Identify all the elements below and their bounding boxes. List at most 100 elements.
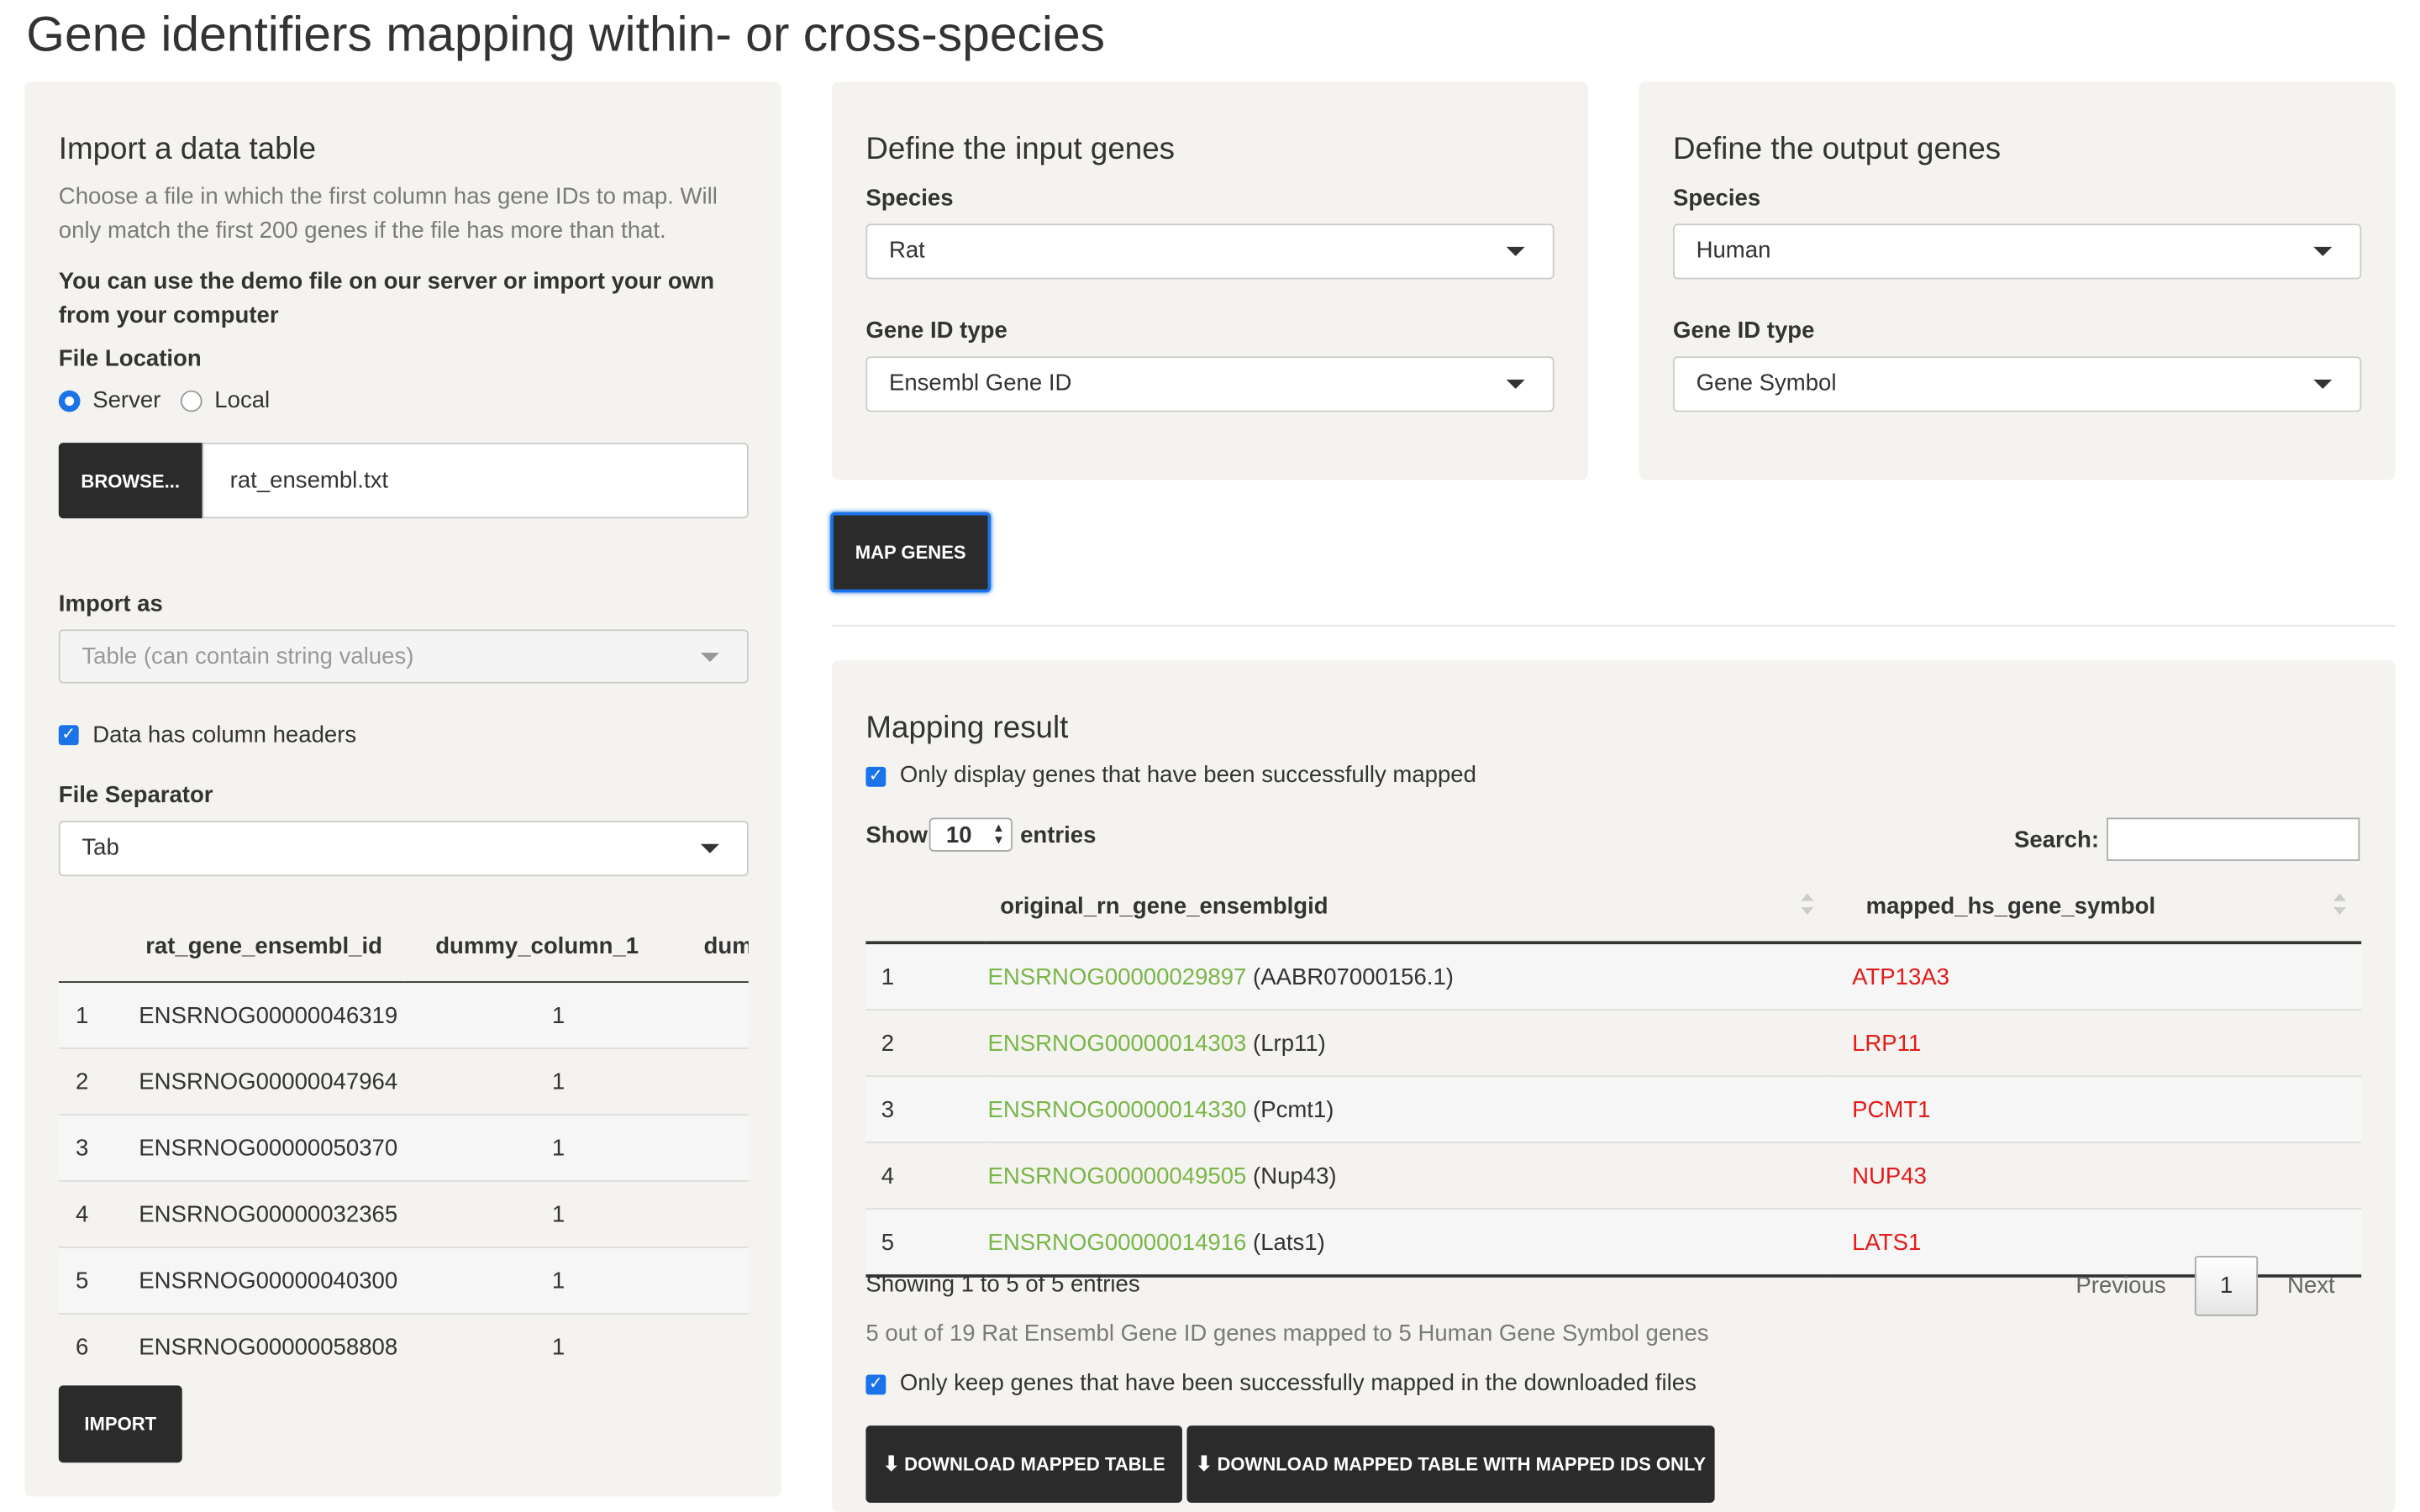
gene-id-link[interactable]: ENSRNOG00000049505 bbox=[988, 1163, 1247, 1189]
preview-col-dummy-2[interactable]: dumn bbox=[670, 910, 749, 983]
spinner-icon: ▲ ▼ bbox=[992, 821, 1005, 848]
previous-button[interactable]: Previous bbox=[2075, 1273, 2165, 1299]
gene-id-link[interactable]: ENSRNOG00000029897 bbox=[988, 963, 1247, 990]
import-as-value: Table (can contain string values) bbox=[82, 643, 414, 670]
gene-name: (Lrp11) bbox=[1253, 1030, 1326, 1057]
entries-select[interactable]: 10 ▲ ▼ bbox=[929, 817, 1013, 852]
preview-row: 2 ENSRNOG00000047964 1 bbox=[58, 1048, 749, 1116]
chevron-down-icon bbox=[1506, 379, 1525, 389]
separator-select[interactable]: Tab bbox=[58, 821, 749, 877]
browse-button[interactable]: BROWSE... bbox=[58, 443, 203, 519]
preview-cell-dummy: 1 bbox=[404, 1313, 671, 1358]
preview-row: 6 ENSRNOG00000058808 1 bbox=[58, 1313, 749, 1358]
result-row: 3 ENSRNOG00000014330 (Pcmt1) PCMT1 bbox=[865, 1076, 2362, 1144]
output-species-label: Species bbox=[1673, 185, 1761, 212]
result-row: 2 ENSRNOG00000014303 (Lrp11) LRP11 bbox=[865, 1010, 2362, 1078]
input-species-select[interactable]: Rat bbox=[865, 223, 1555, 280]
gene-id-link[interactable]: ENSRNOG00000014916 bbox=[988, 1229, 1247, 1255]
result-col-index[interactable] bbox=[865, 869, 986, 945]
result-col-original[interactable]: original_rn_gene_ensemblgid bbox=[986, 869, 1829, 945]
file-location-label: File Location bbox=[58, 345, 202, 372]
download-ids-label: DOWNLOAD MAPPED TABLE WITH MAPPED IDS ON… bbox=[1217, 1453, 1707, 1475]
result-table: original_rn_gene_ensemblgid mapped_hs_ge… bbox=[865, 869, 2362, 1278]
output-species-value: Human bbox=[1696, 237, 1771, 265]
import-as-select[interactable]: Table (can contain string values) bbox=[58, 629, 749, 684]
preview-cell-id: ENSRNOG00000047964 bbox=[123, 1048, 405, 1116]
result-cell-original: ENSRNOG00000014330 (Pcmt1) bbox=[986, 1076, 1829, 1144]
preview-row: 3 ENSRNOG00000050370 1 bbox=[58, 1115, 749, 1182]
page-1-button[interactable]: 1 bbox=[2194, 1256, 2259, 1316]
sort-icon bbox=[2333, 893, 2346, 916]
result-cell-symbol: LRP11 bbox=[1828, 1010, 2362, 1078]
radio-server[interactable] bbox=[58, 390, 81, 412]
result-panel-heading: Mapping result bbox=[865, 711, 1069, 746]
radio-local[interactable] bbox=[180, 390, 203, 412]
preview-cell-index: 1 bbox=[58, 982, 124, 1049]
radio-local-label[interactable]: Local bbox=[214, 387, 270, 413]
preview-cell-dummy-2 bbox=[670, 1313, 749, 1358]
preview-cell-dummy-2 bbox=[670, 1247, 749, 1315]
separator-label: File Separator bbox=[58, 782, 213, 809]
result-col-mapped-label: mapped_hs_gene_symbol bbox=[1865, 892, 2156, 919]
show-label: Show bbox=[865, 822, 928, 849]
preview-cell-id: ENSRNOG00000046319 bbox=[123, 982, 405, 1049]
chevron-down-icon bbox=[2313, 246, 2333, 256]
preview-col-ensembl[interactable]: rat_gene_ensembl_id bbox=[123, 910, 405, 983]
import-as-label: Import as bbox=[58, 591, 163, 617]
output-idtype-value: Gene Symbol bbox=[1696, 370, 1837, 397]
page-1-label: 1 bbox=[2219, 1273, 2233, 1299]
map-genes-button[interactable]: MAP GENES bbox=[830, 512, 992, 593]
file-name-field[interactable]: rat_ensembl.txt bbox=[202, 443, 749, 519]
showing-entries-text: Showing 1 to 5 of 5 entries bbox=[865, 1271, 1140, 1298]
download-table-button[interactable]: ⬇ DOWNLOAD MAPPED TABLE bbox=[865, 1425, 1182, 1503]
result-col-mapped[interactable]: mapped_hs_gene_symbol bbox=[1828, 869, 2362, 945]
result-row: 4 ENSRNOG00000049505 (Nup43) NUP43 bbox=[865, 1142, 2362, 1210]
preview-cell-dummy: 1 bbox=[404, 1247, 671, 1315]
result-cell-index: 3 bbox=[865, 1076, 986, 1144]
radio-server-label[interactable]: Server bbox=[92, 387, 160, 413]
gene-name: (Lats1) bbox=[1253, 1228, 1325, 1256]
search-input[interactable] bbox=[2107, 817, 2360, 861]
header-checkbox-label[interactable]: Data has column headers bbox=[92, 722, 356, 748]
keep-mapped-checkbox[interactable]: ✓ bbox=[865, 1374, 886, 1395]
input-species-label: Species bbox=[865, 185, 954, 212]
download-ids-button[interactable]: ⬇ DOWNLOAD MAPPED TABLE WITH MAPPED IDS … bbox=[1186, 1425, 1715, 1503]
import-help-text: Choose a file in which the first column … bbox=[58, 183, 718, 244]
only-display-label[interactable]: Only display genes that have been succes… bbox=[900, 762, 1476, 788]
next-button[interactable]: Next bbox=[2287, 1273, 2335, 1299]
input-idtype-select[interactable]: Ensembl Gene ID bbox=[865, 356, 1555, 412]
entries-value: 10 bbox=[945, 822, 972, 849]
result-row: 5 ENSRNOG00000014916 (Lats1) LATS1 bbox=[865, 1209, 2362, 1278]
preview-cell-index: 5 bbox=[58, 1247, 124, 1315]
result-cell-index: 5 bbox=[865, 1209, 986, 1278]
output-idtype-select[interactable]: Gene Symbol bbox=[1673, 356, 2362, 412]
result-cell-index: 4 bbox=[865, 1142, 986, 1210]
output-species-select[interactable]: Human bbox=[1673, 223, 2362, 280]
result-cell-original: ENSRNOG00000049505 (Nup43) bbox=[986, 1142, 1829, 1210]
chevron-down-icon bbox=[2313, 379, 2333, 389]
input-idtype-value: Ensembl Gene ID bbox=[888, 370, 1072, 397]
result-cell-original: ENSRNOG00000014916 (Lats1) bbox=[986, 1209, 1829, 1278]
preview-col-index[interactable] bbox=[58, 910, 124, 983]
gene-name: (Pcmt1) bbox=[1253, 1096, 1334, 1123]
keep-mapped-label[interactable]: Only keep genes that have been successfu… bbox=[900, 1370, 1697, 1396]
only-display-checkbox[interactable]: ✓ bbox=[865, 766, 886, 787]
preview-cell-dummy: 1 bbox=[404, 1115, 671, 1182]
output-panel-heading: Define the output genes bbox=[1673, 132, 2002, 167]
result-cell-index: 2 bbox=[865, 1010, 986, 1078]
sort-icon bbox=[1801, 893, 1814, 916]
import-button[interactable]: IMPORT bbox=[58, 1385, 182, 1463]
preview-cell-dummy-2 bbox=[670, 1181, 749, 1248]
header-checkbox[interactable]: ✓ bbox=[58, 725, 79, 746]
preview-table: rat_gene_ensembl_id dummy_column_1 dumn … bbox=[58, 910, 749, 1358]
separator-value: Tab bbox=[82, 834, 119, 861]
preview-cell-dummy-2 bbox=[670, 1048, 749, 1116]
output-idtype-label: Gene ID type bbox=[1673, 318, 1815, 344]
preview-col-dummy[interactable]: dummy_column_1 bbox=[404, 910, 671, 983]
gene-id-link[interactable]: ENSRNOG00000014303 bbox=[988, 1030, 1247, 1056]
gene-id-link[interactable]: ENSRNOG00000014330 bbox=[988, 1096, 1247, 1122]
file-name-value: rat_ensembl.txt bbox=[229, 467, 389, 494]
gene-name: (AABR07000156.1) bbox=[1253, 963, 1454, 990]
